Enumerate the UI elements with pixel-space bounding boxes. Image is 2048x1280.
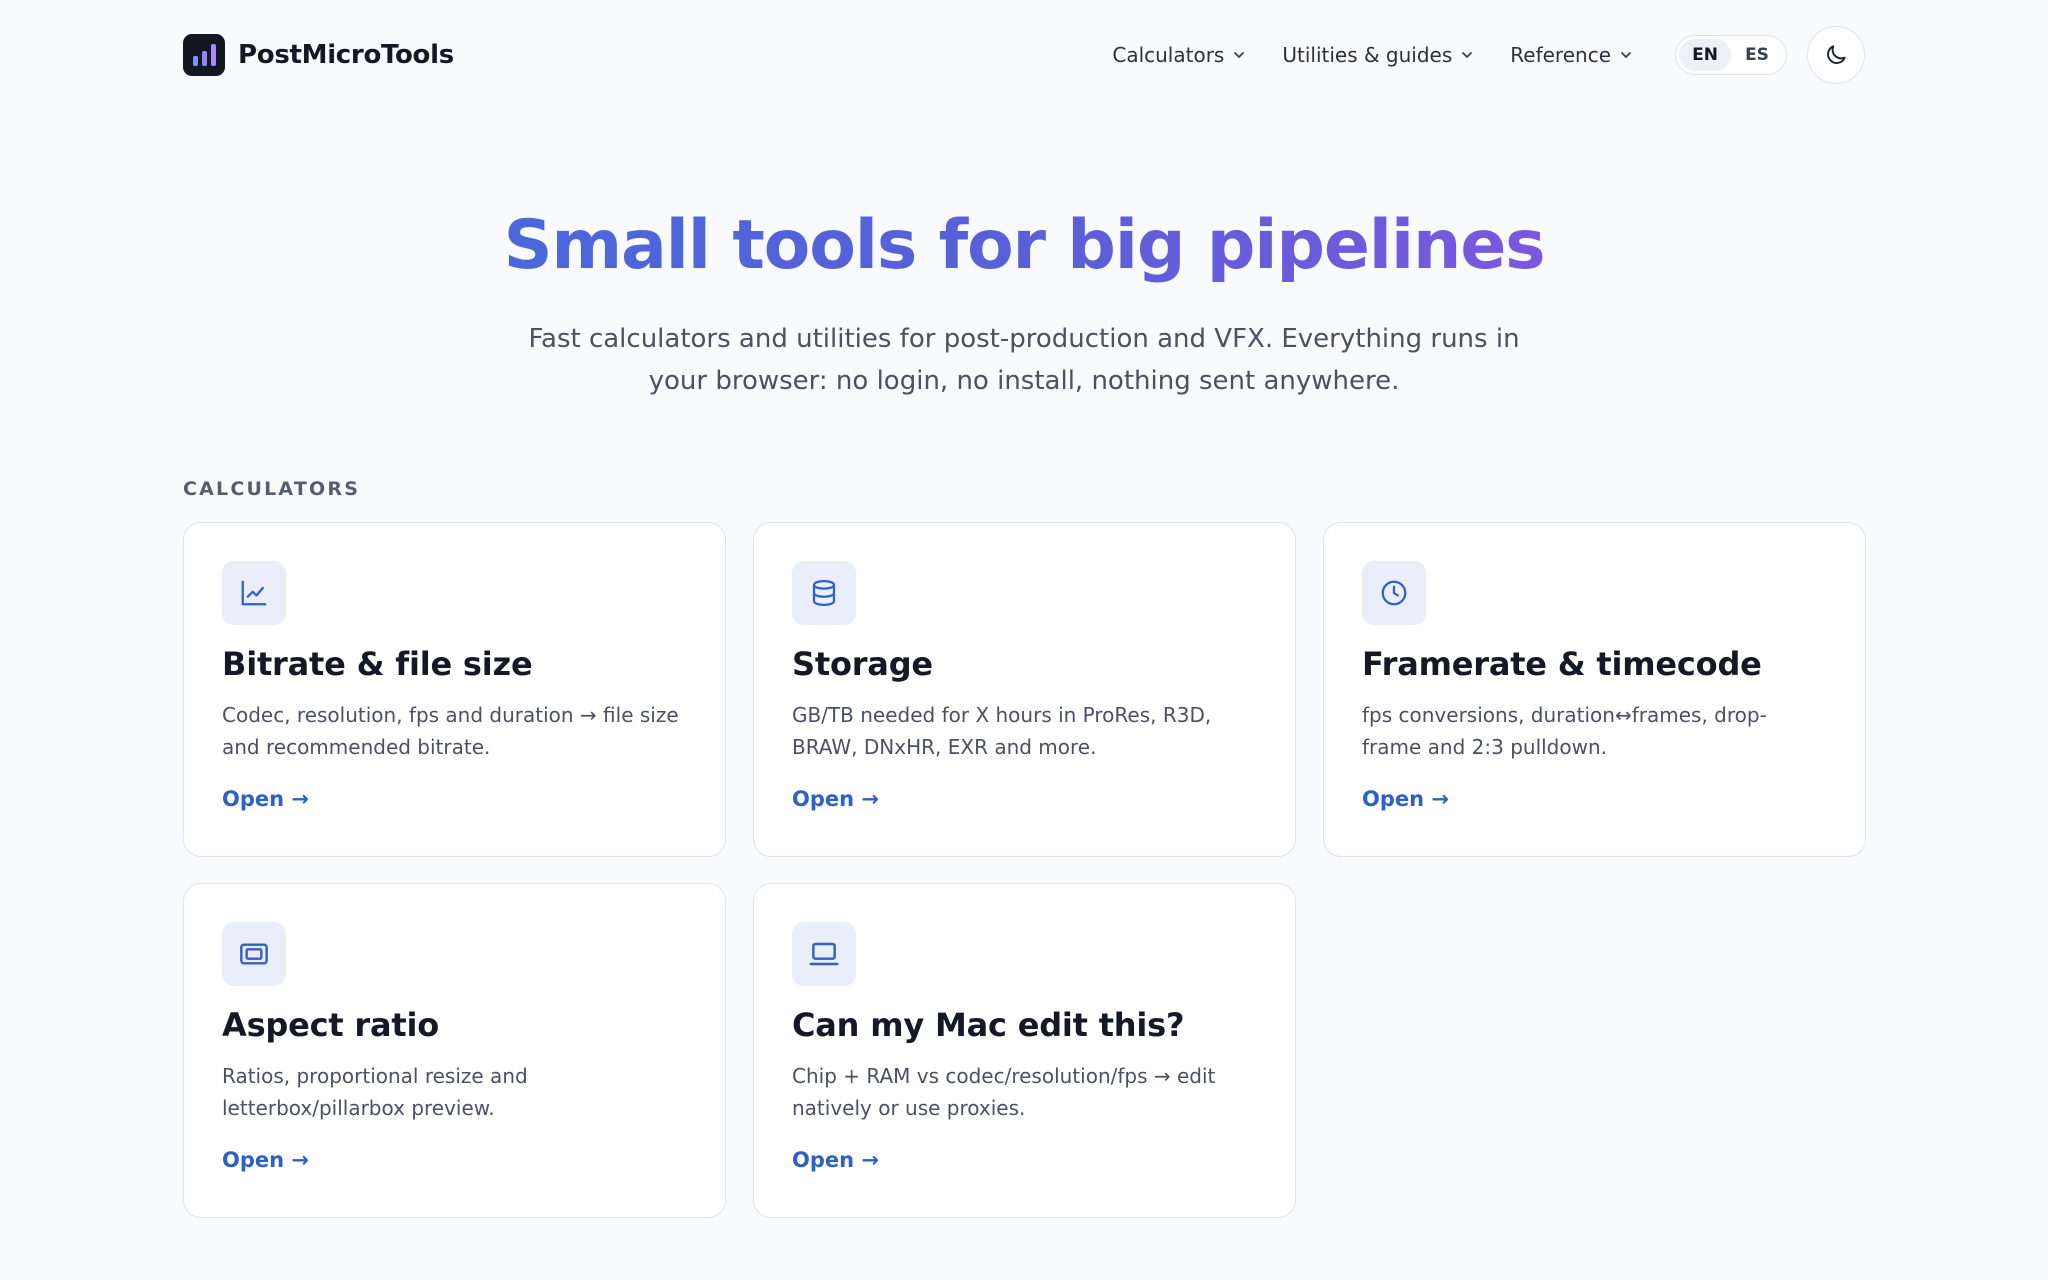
card-aspect-ratio[interactable]: Aspect ratio Ratios, proportional resize… xyxy=(183,883,726,1218)
brand-name: PostMicroTools xyxy=(238,40,454,70)
aspect-ratio-icon xyxy=(240,943,268,965)
bar-chart-logo-icon xyxy=(183,34,225,76)
nav-calculators[interactable]: Calculators xyxy=(1112,43,1246,67)
card-open-link[interactable]: Open → xyxy=(792,1148,879,1172)
card-description: fps conversions, duration↔frames, drop-f… xyxy=(1362,703,1767,759)
database-icon xyxy=(812,580,836,607)
nav-label: Calculators xyxy=(1112,43,1225,67)
chart-line-icon xyxy=(241,580,267,606)
card-icon-wrap xyxy=(792,561,856,625)
card-title: Can my Mac edit this? xyxy=(792,1006,1185,1044)
hero-subtitle: Fast calculators and utilities for post-… xyxy=(528,324,1520,396)
card-title: Framerate & timecode xyxy=(1362,645,1762,683)
nav-reference[interactable]: Reference xyxy=(1510,43,1633,67)
card-open-link[interactable]: Open → xyxy=(792,787,879,811)
card-open-link[interactable]: Open → xyxy=(222,787,309,811)
card-mac-edit[interactable]: Can my Mac edit this? Chip + RAM vs code… xyxy=(753,883,1296,1218)
card-title: Storage xyxy=(792,645,933,683)
section-label: CALCULATORS xyxy=(183,478,361,500)
lang-en-button[interactable]: EN xyxy=(1679,39,1731,71)
card-description: GB/TB needed for X hours in ProRes, R3D,… xyxy=(792,703,1212,759)
card-framerate-timecode[interactable]: Framerate & timecode fps conversions, du… xyxy=(1323,522,1866,857)
card-title: Aspect ratio xyxy=(222,1006,440,1044)
card-description: Ratios, proportional resize and letterbo… xyxy=(222,1064,528,1120)
card-bitrate-file-size[interactable]: Bitrate & file size Codec, resolution, f… xyxy=(183,522,726,857)
chevron-down-icon xyxy=(1234,52,1245,58)
language-switcher: EN ES xyxy=(1675,35,1787,75)
card-open-link[interactable]: Open → xyxy=(222,1148,309,1172)
card-open-link[interactable]: Open → xyxy=(1362,787,1449,811)
card-description: Chip + RAM vs codec/resolution/fps → edi… xyxy=(792,1064,1216,1120)
card-icon-wrap xyxy=(792,922,856,986)
nav-label: Utilities & guides xyxy=(1282,43,1453,67)
chevron-down-icon xyxy=(1621,52,1631,58)
chevron-down-icon xyxy=(1462,52,1473,58)
lang-es-button[interactable]: ES xyxy=(1731,39,1783,71)
card-description: Codec, resolution, fps and duration → fi… xyxy=(222,703,679,759)
calculator-cards: Bitrate & file size Codec, resolution, f… xyxy=(183,522,1866,1218)
hero-title: Small tools for big pipelines xyxy=(503,206,1546,285)
nav-utilities-guides[interactable]: Utilities & guides xyxy=(1282,43,1474,67)
card-storage[interactable]: Storage GB/TB needed for X hours in ProR… xyxy=(753,522,1296,857)
laptop-icon xyxy=(809,942,839,966)
card-icon-wrap xyxy=(1362,561,1426,625)
page: PostMicroTools Calculators Utilities & g… xyxy=(0,0,2048,1280)
nav-label: Reference xyxy=(1510,43,1611,67)
card-icon-wrap xyxy=(222,922,286,986)
card-title: Bitrate & file size xyxy=(222,645,533,683)
theme-toggle-button[interactable] xyxy=(1807,26,1865,84)
card-icon-wrap xyxy=(222,561,286,625)
main-nav: Calculators Utilities & guides Reference… xyxy=(1112,26,1865,84)
brand-link[interactable]: PostMicroTools xyxy=(183,34,454,76)
site-header: PostMicroTools Calculators Utilities & g… xyxy=(183,26,1865,84)
moon-icon xyxy=(1827,45,1846,64)
clock-icon xyxy=(1381,580,1407,606)
